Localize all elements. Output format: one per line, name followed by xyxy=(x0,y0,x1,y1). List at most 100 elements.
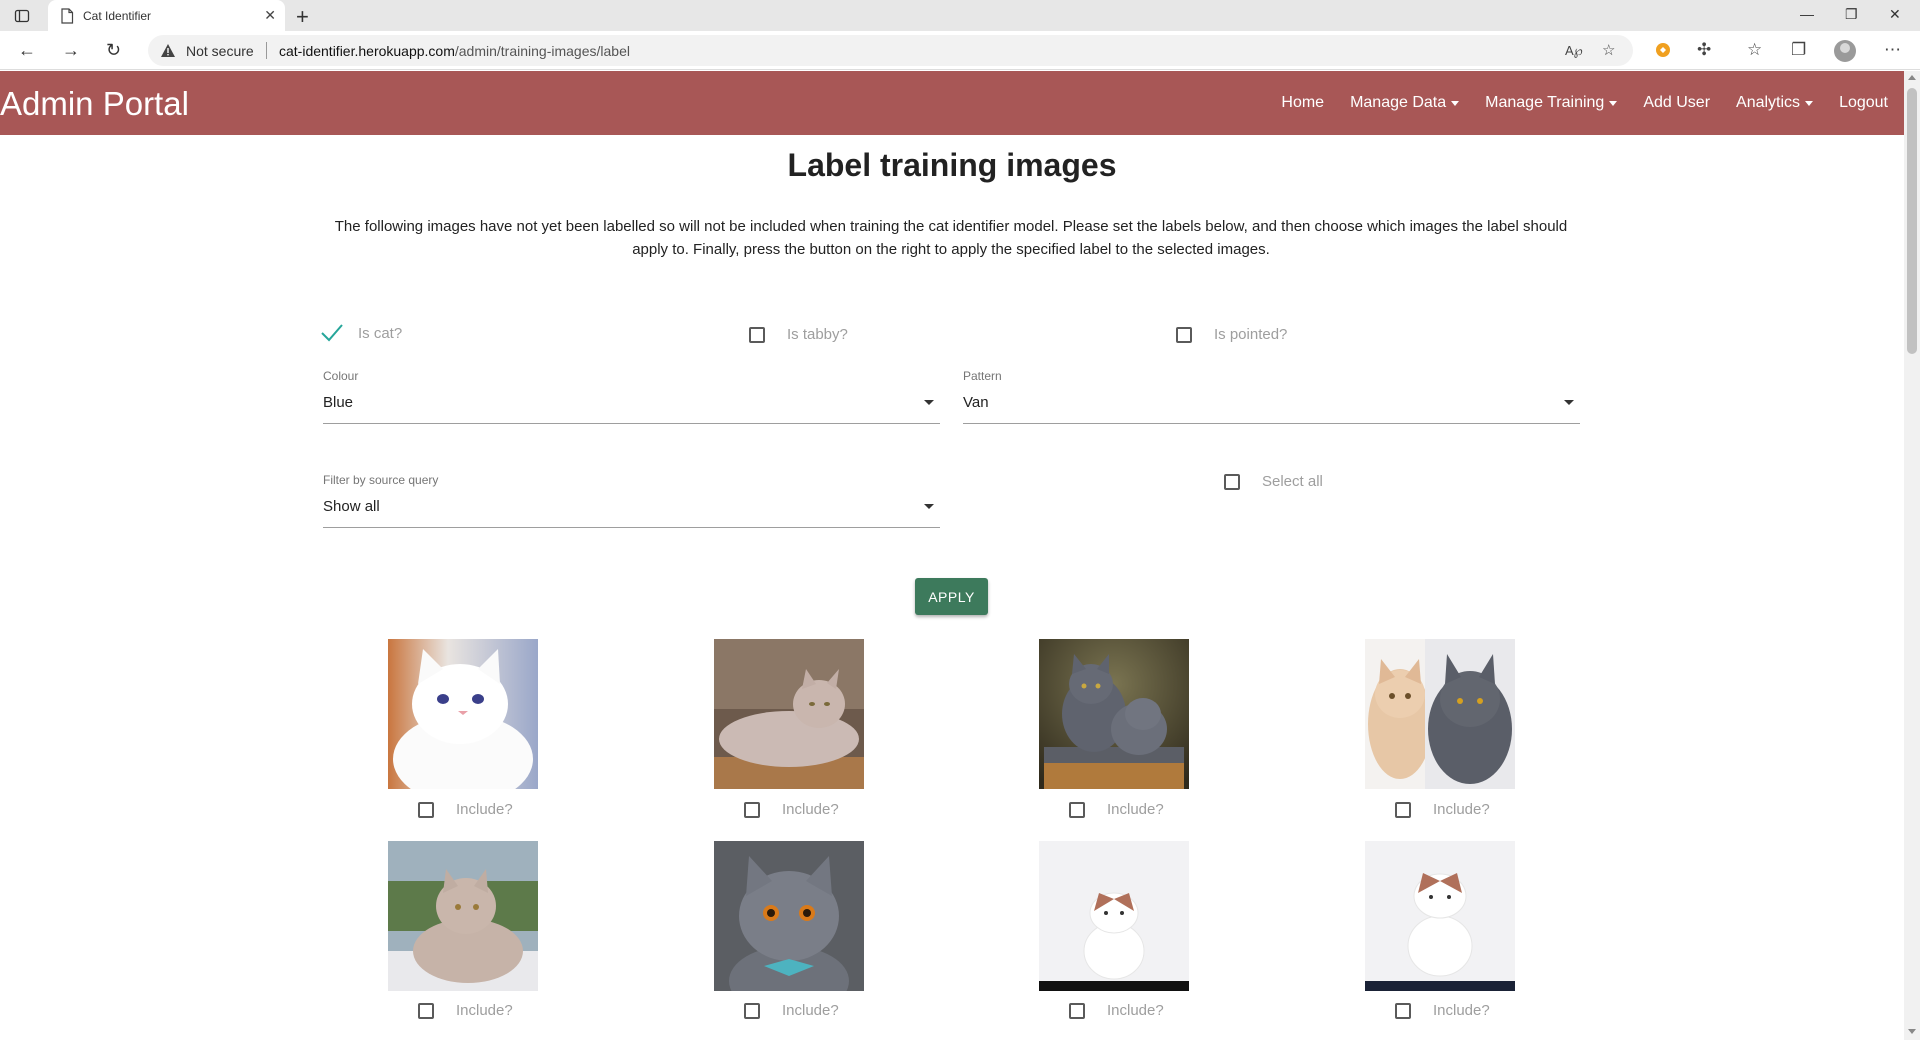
refresh-icon[interactable]: ↻ xyxy=(106,40,121,61)
include-checkbox-5[interactable]: Include? xyxy=(418,1002,513,1019)
nav-manage-data-label: Manage Data xyxy=(1350,94,1447,111)
caret-down-icon xyxy=(1805,100,1814,106)
checkbox-box xyxy=(744,1002,760,1019)
collections-icon[interactable]: ❐ xyxy=(1791,40,1806,60)
apply-button[interactable]: APPLY xyxy=(915,578,988,615)
checkbox-box xyxy=(418,1002,434,1019)
cat-image-7 xyxy=(1039,841,1189,991)
page-scrollbar[interactable] xyxy=(1904,71,1920,1040)
scroll-down-icon[interactable] xyxy=(1908,1029,1916,1034)
include-label: Include? xyxy=(1433,801,1490,818)
include-label: Include? xyxy=(782,801,839,818)
dropdown-caret-icon xyxy=(1564,400,1574,405)
colour-field: Colour Blue xyxy=(323,369,940,424)
filter-label: Filter by source query xyxy=(323,473,439,487)
url-text: cat-identifier.herokuapp.com/admin/train… xyxy=(279,43,630,59)
pattern-select[interactable]: Van xyxy=(963,394,1580,424)
caret-down-icon xyxy=(1609,100,1618,106)
page-description: The following images have not yet been l… xyxy=(334,218,1568,258)
include-label: Include? xyxy=(1107,1002,1164,1019)
read-aloud-icon[interactable]: A℘ xyxy=(1565,43,1583,59)
scroll-up-icon[interactable] xyxy=(1908,75,1916,80)
warning-icon xyxy=(161,44,175,57)
cat-image-4 xyxy=(1365,639,1515,789)
tab-title: Cat Identifier xyxy=(83,9,152,23)
checkbox-box xyxy=(1069,801,1085,818)
browser-toolbar: ← → ↻ Not secure cat-identifier.herokuap… xyxy=(0,31,1920,70)
cat-image-5 xyxy=(388,841,538,991)
nav-manage-training-label: Manage Training xyxy=(1485,94,1605,111)
checkbox-box xyxy=(1395,1002,1411,1019)
profile-avatar[interactable] xyxy=(1834,40,1856,62)
restore-icon[interactable]: ❐ xyxy=(1845,6,1858,23)
close-window-icon[interactable]: ✕ xyxy=(1889,6,1901,23)
favorites-icon[interactable]: ☆ xyxy=(1747,40,1762,60)
include-checkbox-4[interactable]: Include? xyxy=(1395,801,1490,818)
browser-tab-bar: Cat Identifier ✕ + — ❐ ✕ xyxy=(0,0,1920,31)
nav-add-user[interactable]: Add User xyxy=(1643,94,1710,112)
include-checkbox-1[interactable]: Include? xyxy=(418,801,513,818)
cat-image-2 xyxy=(714,639,864,789)
page-icon xyxy=(61,8,74,24)
include-label: Include? xyxy=(456,801,513,818)
is-pointed-checkbox[interactable]: Is pointed? xyxy=(1176,326,1287,343)
nav-manage-training[interactable]: Manage Training xyxy=(1485,94,1618,112)
app-header: Admin Portal Home Manage Data Manage Tra… xyxy=(0,71,1904,135)
security-label: Not secure xyxy=(186,43,254,59)
checkmark-icon xyxy=(321,324,343,342)
favorite-add-icon[interactable]: ☆ xyxy=(1602,41,1615,59)
back-icon[interactable]: ← xyxy=(18,40,36,61)
checkbox-box xyxy=(749,326,765,343)
select-all-checkbox[interactable]: Select all xyxy=(1224,473,1323,490)
checkbox-box xyxy=(1069,1002,1085,1019)
url-domain: cat-identifier.herokuapp.com xyxy=(279,43,455,59)
dropdown-caret-icon xyxy=(924,504,934,509)
nav-manage-data[interactable]: Manage Data xyxy=(1350,94,1460,112)
include-checkbox-6[interactable]: Include? xyxy=(744,1002,839,1019)
colour-value: Blue xyxy=(323,394,354,411)
scroll-thumb[interactable] xyxy=(1907,88,1917,354)
is-tabby-checkbox[interactable]: Is tabby? xyxy=(749,326,848,343)
is-cat-label: Is cat? xyxy=(358,324,403,342)
pattern-value: Van xyxy=(963,394,989,411)
close-tab-icon[interactable]: ✕ xyxy=(264,7,276,24)
include-label: Include? xyxy=(782,1002,839,1019)
forward-icon[interactable]: → xyxy=(62,40,80,61)
cat-image-6 xyxy=(714,841,864,991)
is-cat-checkbox[interactable]: Is cat? xyxy=(320,323,402,343)
brand-title[interactable]: Admin Portal xyxy=(0,85,189,123)
cat-image-8 xyxy=(1365,841,1515,991)
pattern-field: Pattern Van xyxy=(963,369,1580,424)
include-label: Include? xyxy=(456,1002,513,1019)
more-options-icon[interactable]: ⋯ xyxy=(1884,40,1901,60)
tab-actions-icon[interactable] xyxy=(14,8,30,24)
minimize-icon[interactable]: — xyxy=(1800,6,1814,22)
is-tabby-label: Is tabby? xyxy=(787,326,848,343)
extension-orange-icon[interactable] xyxy=(1655,42,1671,58)
url-divider xyxy=(266,42,267,59)
include-checkbox-2[interactable]: Include? xyxy=(744,801,839,818)
pattern-label: Pattern xyxy=(963,369,1002,383)
address-bar[interactable]: Not secure cat-identifier.herokuapp.com/… xyxy=(148,35,1633,66)
cat-image-1 xyxy=(388,639,538,789)
nav-analytics[interactable]: Analytics xyxy=(1736,94,1814,112)
checkbox-box xyxy=(1224,473,1240,490)
checkbox-box xyxy=(1176,326,1192,343)
extensions-icon[interactable]: ✣ xyxy=(1697,40,1711,60)
include-checkbox-8[interactable]: Include? xyxy=(1395,1002,1490,1019)
nav-logout[interactable]: Logout xyxy=(1839,94,1888,112)
include-checkbox-7[interactable]: Include? xyxy=(1069,1002,1164,1019)
include-label: Include? xyxy=(1107,801,1164,818)
nav-home[interactable]: Home xyxy=(1281,94,1324,112)
new-tab-icon[interactable]: + xyxy=(296,4,309,30)
checkbox-box xyxy=(418,801,434,818)
colour-select[interactable]: Blue xyxy=(323,394,940,424)
is-pointed-label: Is pointed? xyxy=(1214,326,1288,343)
filter-value: Show all xyxy=(323,498,380,515)
include-checkbox-3[interactable]: Include? xyxy=(1069,801,1164,818)
browser-tab[interactable]: Cat Identifier ✕ xyxy=(48,0,285,31)
dropdown-caret-icon xyxy=(924,400,934,405)
include-label: Include? xyxy=(1433,1002,1490,1019)
colour-label: Colour xyxy=(323,369,359,383)
filter-select[interactable]: Show all xyxy=(323,498,940,528)
